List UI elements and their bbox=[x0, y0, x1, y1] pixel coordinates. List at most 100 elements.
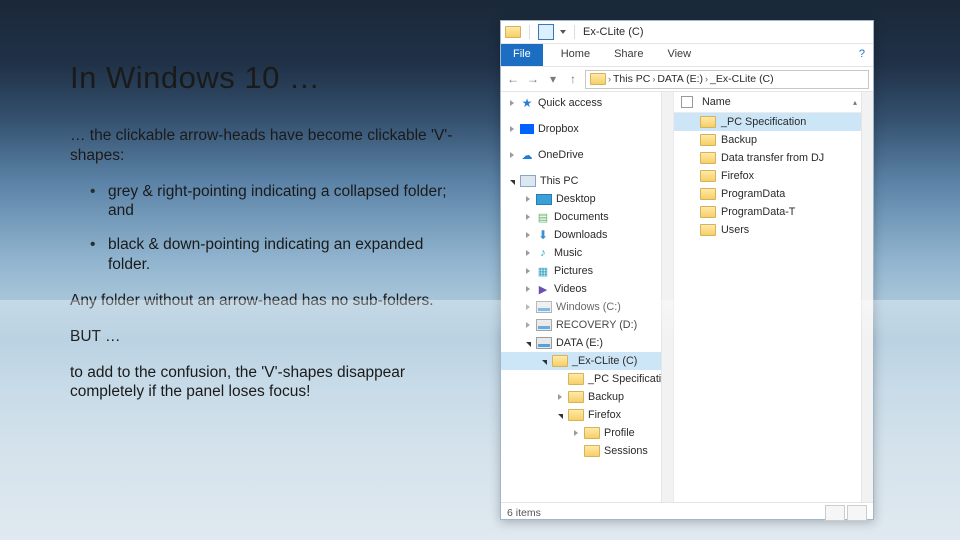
chevron-right-icon bbox=[571, 447, 580, 456]
up-button[interactable]: ↑ bbox=[565, 71, 581, 87]
list-item-label: Data transfer from DJ bbox=[721, 152, 824, 164]
chevron-right-icon[interactable] bbox=[507, 151, 516, 160]
window-icon bbox=[505, 26, 521, 38]
star-icon: ★ bbox=[520, 96, 534, 110]
back-button[interactable]: ← bbox=[505, 71, 521, 87]
chevron-down-icon[interactable] bbox=[539, 357, 548, 366]
help-icon[interactable]: ? bbox=[851, 44, 873, 66]
chevron-right-icon[interactable] bbox=[571, 429, 580, 438]
nav-item[interactable]: DATA (E:) bbox=[501, 334, 661, 352]
list-item[interactable]: ProgramData bbox=[674, 185, 861, 203]
nav-item[interactable]: Profile bbox=[501, 424, 661, 442]
folder-icon bbox=[700, 152, 716, 164]
chevron-right-icon[interactable] bbox=[523, 249, 532, 258]
breadcrumb[interactable]: This PC bbox=[613, 73, 650, 85]
nav-item[interactable]: ▤Documents bbox=[501, 208, 661, 226]
column-header[interactable]: Name ▴ bbox=[674, 92, 873, 113]
icons-view-button[interactable] bbox=[847, 505, 867, 521]
music-icon: ♪ bbox=[536, 246, 550, 260]
address-bar[interactable]: › This PC › DATA (E:) › _Ex-CLite (C) bbox=[585, 70, 869, 89]
chevron-down-icon[interactable] bbox=[507, 177, 516, 186]
chevron-right-icon[interactable] bbox=[523, 285, 532, 294]
drive-icon bbox=[536, 319, 552, 331]
folder-icon bbox=[700, 134, 716, 146]
column-name[interactable]: Name bbox=[700, 96, 853, 108]
select-all-checkbox[interactable] bbox=[674, 96, 700, 108]
chevron-right-icon[interactable] bbox=[523, 303, 532, 312]
chevron-right-icon: › bbox=[705, 74, 708, 84]
chevron-right-icon[interactable] bbox=[523, 231, 532, 240]
list-item-label: ProgramData bbox=[721, 188, 785, 200]
nav-item[interactable]: This PC bbox=[501, 172, 661, 190]
list-item[interactable]: Firefox bbox=[674, 167, 861, 185]
tab-view[interactable]: View bbox=[655, 44, 703, 66]
chevron-down-icon[interactable] bbox=[560, 30, 566, 34]
forward-button[interactable]: → bbox=[525, 71, 541, 87]
tab-home[interactable]: Home bbox=[549, 44, 602, 66]
tab-file[interactable]: File bbox=[501, 44, 543, 66]
nav-item[interactable]: Backup bbox=[501, 388, 661, 406]
breadcrumb[interactable]: DATA (E:) bbox=[657, 73, 703, 85]
nav-item-label: _Ex-CLite (C) bbox=[572, 355, 637, 367]
list-item-label: Firefox bbox=[721, 170, 754, 182]
chevron-right-icon[interactable] bbox=[507, 125, 516, 134]
chevron-right-icon[interactable] bbox=[523, 267, 532, 276]
nav-item[interactable]: ▶Videos bbox=[501, 280, 661, 298]
nav-item[interactable]: Desktop bbox=[501, 190, 661, 208]
nav-item-label: Dropbox bbox=[538, 123, 579, 135]
folder-icon bbox=[584, 445, 600, 457]
breadcrumb[interactable]: _Ex-CLite (C) bbox=[710, 73, 774, 85]
recent-dropdown[interactable]: ▾ bbox=[545, 71, 561, 87]
list-item[interactable]: Users bbox=[674, 221, 861, 239]
content-pane[interactable]: Name ▴ _PC Specification Backup Data trans… bbox=[674, 92, 873, 502]
list-item[interactable]: _PC Specification bbox=[674, 113, 861, 131]
folder-icon bbox=[700, 116, 716, 128]
nav-item[interactable]: Sessions bbox=[501, 442, 661, 460]
folder-icon bbox=[584, 427, 600, 439]
folder-icon bbox=[700, 188, 716, 200]
details-view-button[interactable] bbox=[825, 505, 845, 521]
tab-share[interactable]: Share bbox=[602, 44, 655, 66]
view-switcher[interactable] bbox=[825, 505, 867, 521]
window-title: Ex-CLite (C) bbox=[583, 26, 644, 38]
list-item[interactable]: ProgramData-T bbox=[674, 203, 861, 221]
nav-item-label: Profile bbox=[604, 427, 635, 439]
nav-item[interactable]: _Ex-CLite (C) bbox=[501, 352, 661, 370]
chevron-right-icon[interactable] bbox=[523, 195, 532, 204]
titlebar[interactable]: Ex-CLite (C) bbox=[501, 21, 873, 44]
list-item-label: Backup bbox=[721, 134, 757, 146]
nav-item[interactable]: Firefox bbox=[501, 406, 661, 424]
nav-item[interactable]: ☁OneDrive bbox=[501, 146, 661, 164]
nav-item[interactable]: ⬇Downloads bbox=[501, 226, 661, 244]
nav-item[interactable]: ▦Pictures bbox=[501, 262, 661, 280]
text-column: In Windows 10 … … the clickable arrow-he… bbox=[70, 60, 465, 418]
paragraph-but: BUT … bbox=[70, 327, 465, 347]
list-item[interactable]: Backup bbox=[674, 131, 861, 149]
folder-icon bbox=[568, 373, 584, 385]
nav-item[interactable]: ♪ Music bbox=[501, 244, 661, 262]
chevron-down-icon[interactable] bbox=[523, 339, 532, 348]
file-list: _PC Specification Backup Data transfer fro… bbox=[674, 113, 873, 239]
chevron-right-icon[interactable] bbox=[555, 393, 564, 402]
nav-item[interactable]: Dropbox bbox=[501, 120, 661, 138]
list-item[interactable]: Data transfer from DJ bbox=[674, 149, 861, 167]
slide-title: In Windows 10 … bbox=[70, 60, 465, 96]
nav-item[interactable]: ★Quick access bbox=[501, 94, 661, 112]
nav-tree[interactable]: ★Quick access Dropbox ☁OneDrive This PCDesk… bbox=[501, 92, 674, 502]
nav-item[interactable]: Windows (C:) bbox=[501, 298, 661, 316]
chevron-right-icon[interactable] bbox=[523, 213, 532, 222]
qat-button[interactable] bbox=[538, 24, 554, 40]
nav-item-label: Music bbox=[554, 247, 582, 259]
chevron-right-icon[interactable] bbox=[507, 99, 516, 108]
nav-item[interactable]: _PC Specification bbox=[501, 370, 661, 388]
chevron-right-icon[interactable] bbox=[523, 321, 532, 330]
nav-item-label: RECOVERY (D:) bbox=[556, 319, 637, 331]
nav-item-label: _PC Specification bbox=[588, 373, 673, 385]
onedrive-icon: ☁ bbox=[520, 148, 534, 162]
explorer-window: Ex-CLite (C) File Home Share View ? ← → … bbox=[500, 20, 874, 520]
nav-item[interactable]: RECOVERY (D:) bbox=[501, 316, 661, 334]
chevron-down-icon[interactable] bbox=[555, 411, 564, 420]
dl-icon: ⬇ bbox=[536, 228, 550, 242]
status-text: 6 items bbox=[507, 507, 541, 519]
nav-item-label: Firefox bbox=[588, 409, 621, 421]
